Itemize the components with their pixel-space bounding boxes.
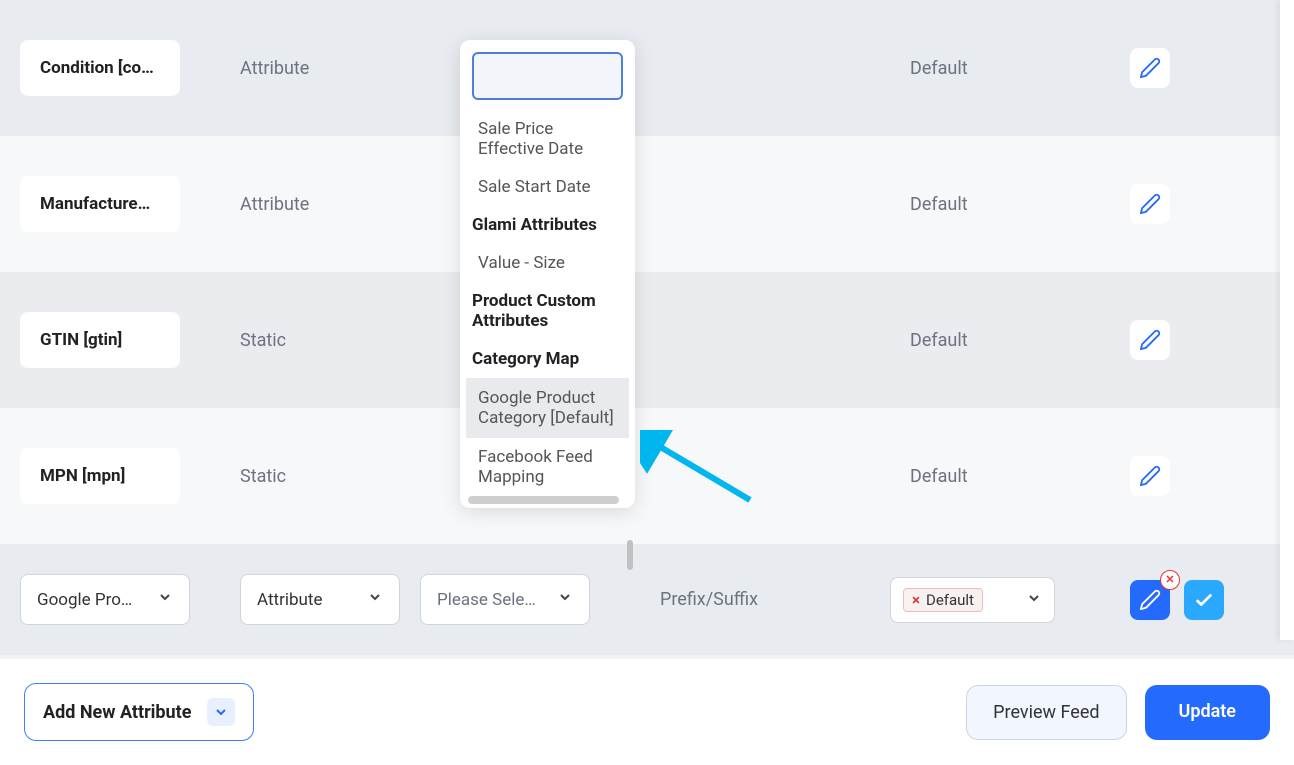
attribute-mapping-table: Condition [co… Attribute Default Manufac… bbox=[0, 0, 1294, 765]
type-select[interactable]: Attribute bbox=[240, 574, 400, 625]
value-dropdown-panel: Sale Price Effective DateSale Start Date… bbox=[460, 40, 635, 508]
add-new-attribute-button[interactable]: Add New Attribute bbox=[24, 683, 254, 741]
output-label: Default bbox=[890, 330, 1110, 351]
preview-feed-button[interactable]: Preview Feed bbox=[966, 685, 1126, 740]
attribute-pill: Manufacture… bbox=[20, 176, 180, 232]
dropdown-option[interactable]: Facebook Feed Mapping bbox=[472, 438, 623, 496]
mapping-row: GTIN [gtin] Static Default bbox=[0, 272, 1294, 408]
row-actions: ✕ bbox=[1130, 580, 1290, 620]
footer-bar: Add New Attribute Preview Feed Update bbox=[0, 659, 1294, 765]
output-label: Default bbox=[890, 58, 1110, 79]
dropdown-option[interactable]: Sale Start Date bbox=[472, 168, 623, 206]
dropdown-option[interactable]: Sale Price Effective Date bbox=[472, 110, 623, 168]
edit-button[interactable] bbox=[1130, 184, 1170, 224]
mapping-row: Manufacture… Attribute Default bbox=[0, 136, 1294, 272]
attribute-name-select[interactable]: Google Pro… bbox=[20, 574, 190, 625]
attribute-pill: Condition [co… bbox=[20, 40, 180, 96]
edit-button[interactable] bbox=[1130, 320, 1170, 360]
dropdown-search-input[interactable] bbox=[472, 52, 623, 100]
chevron-down-icon bbox=[1026, 590, 1042, 610]
attribute-label: Condition [co… bbox=[40, 58, 154, 78]
mapping-row-edit: Google Pro… Attribute Please Sele… Prefi… bbox=[0, 544, 1294, 655]
close-badge[interactable]: ✕ bbox=[1160, 570, 1180, 590]
update-button[interactable]: Update bbox=[1145, 685, 1270, 740]
dropdown-group-header: Product Custom Attributes bbox=[472, 282, 623, 340]
dropdown-option[interactable]: Google Product Category [Default] bbox=[466, 378, 629, 438]
select-placeholder: Please Sele… bbox=[437, 590, 536, 610]
edit-button[interactable] bbox=[1130, 456, 1170, 496]
dropdown-group-header: Glami Attributes bbox=[472, 206, 623, 244]
dropdown-option[interactable]: Value - Size bbox=[472, 244, 623, 282]
prefix-suffix-label: Prefix/Suffix bbox=[640, 589, 890, 610]
pencil-icon bbox=[1139, 465, 1161, 487]
type-label: Static bbox=[220, 466, 420, 487]
remove-tag-icon[interactable]: × bbox=[912, 591, 920, 609]
pencil-icon bbox=[1139, 589, 1161, 611]
type-label: Static bbox=[220, 330, 420, 351]
value-select[interactable]: Please Sele… bbox=[420, 574, 590, 625]
save-row-button[interactable] bbox=[1184, 580, 1224, 620]
button-label: Add New Attribute bbox=[43, 702, 191, 723]
mapping-row: Condition [co… Attribute Default bbox=[0, 0, 1294, 136]
chevron-down-icon bbox=[157, 589, 173, 610]
attribute-pill: GTIN [gtin] bbox=[20, 312, 180, 368]
check-icon bbox=[1193, 589, 1215, 611]
scrollbar-horizontal[interactable] bbox=[468, 496, 619, 504]
dropdown-list: Sale Price Effective DateSale Start Date… bbox=[472, 110, 623, 496]
type-label: Attribute bbox=[220, 58, 420, 79]
chevron-down-icon bbox=[367, 589, 383, 610]
chevron-down-icon bbox=[557, 589, 573, 610]
attribute-label: MPN [mpn] bbox=[40, 466, 125, 486]
pencil-icon bbox=[1139, 193, 1161, 215]
scrollbar-vertical[interactable] bbox=[627, 540, 633, 570]
edit-button[interactable] bbox=[1130, 48, 1170, 88]
chevron-down-icon bbox=[207, 698, 235, 726]
select-label: Attribute bbox=[257, 590, 322, 610]
footer-actions: Preview Feed Update bbox=[966, 685, 1270, 740]
tag-chip: × Default bbox=[903, 588, 983, 612]
attribute-label: GTIN [gtin] bbox=[40, 330, 122, 350]
right-shadow-strip bbox=[1280, 0, 1294, 640]
button-label: Update bbox=[1179, 701, 1236, 722]
pencil-icon bbox=[1139, 57, 1161, 79]
attribute-label: Manufacture… bbox=[40, 194, 150, 214]
pencil-icon bbox=[1139, 329, 1161, 351]
dropdown-group-header: Category Map bbox=[472, 340, 623, 378]
mapping-row: MPN [mpn] Static Default bbox=[0, 408, 1294, 544]
type-label: Attribute bbox=[220, 194, 420, 215]
output-label: Default bbox=[890, 194, 1110, 215]
select-label: Google Pro… bbox=[37, 590, 132, 610]
output-label: Default bbox=[890, 466, 1110, 487]
tag-label: Default bbox=[926, 591, 974, 609]
output-type-select[interactable]: × Default bbox=[890, 577, 1055, 623]
button-label: Preview Feed bbox=[993, 702, 1099, 723]
attribute-pill: MPN [mpn] bbox=[20, 448, 180, 504]
